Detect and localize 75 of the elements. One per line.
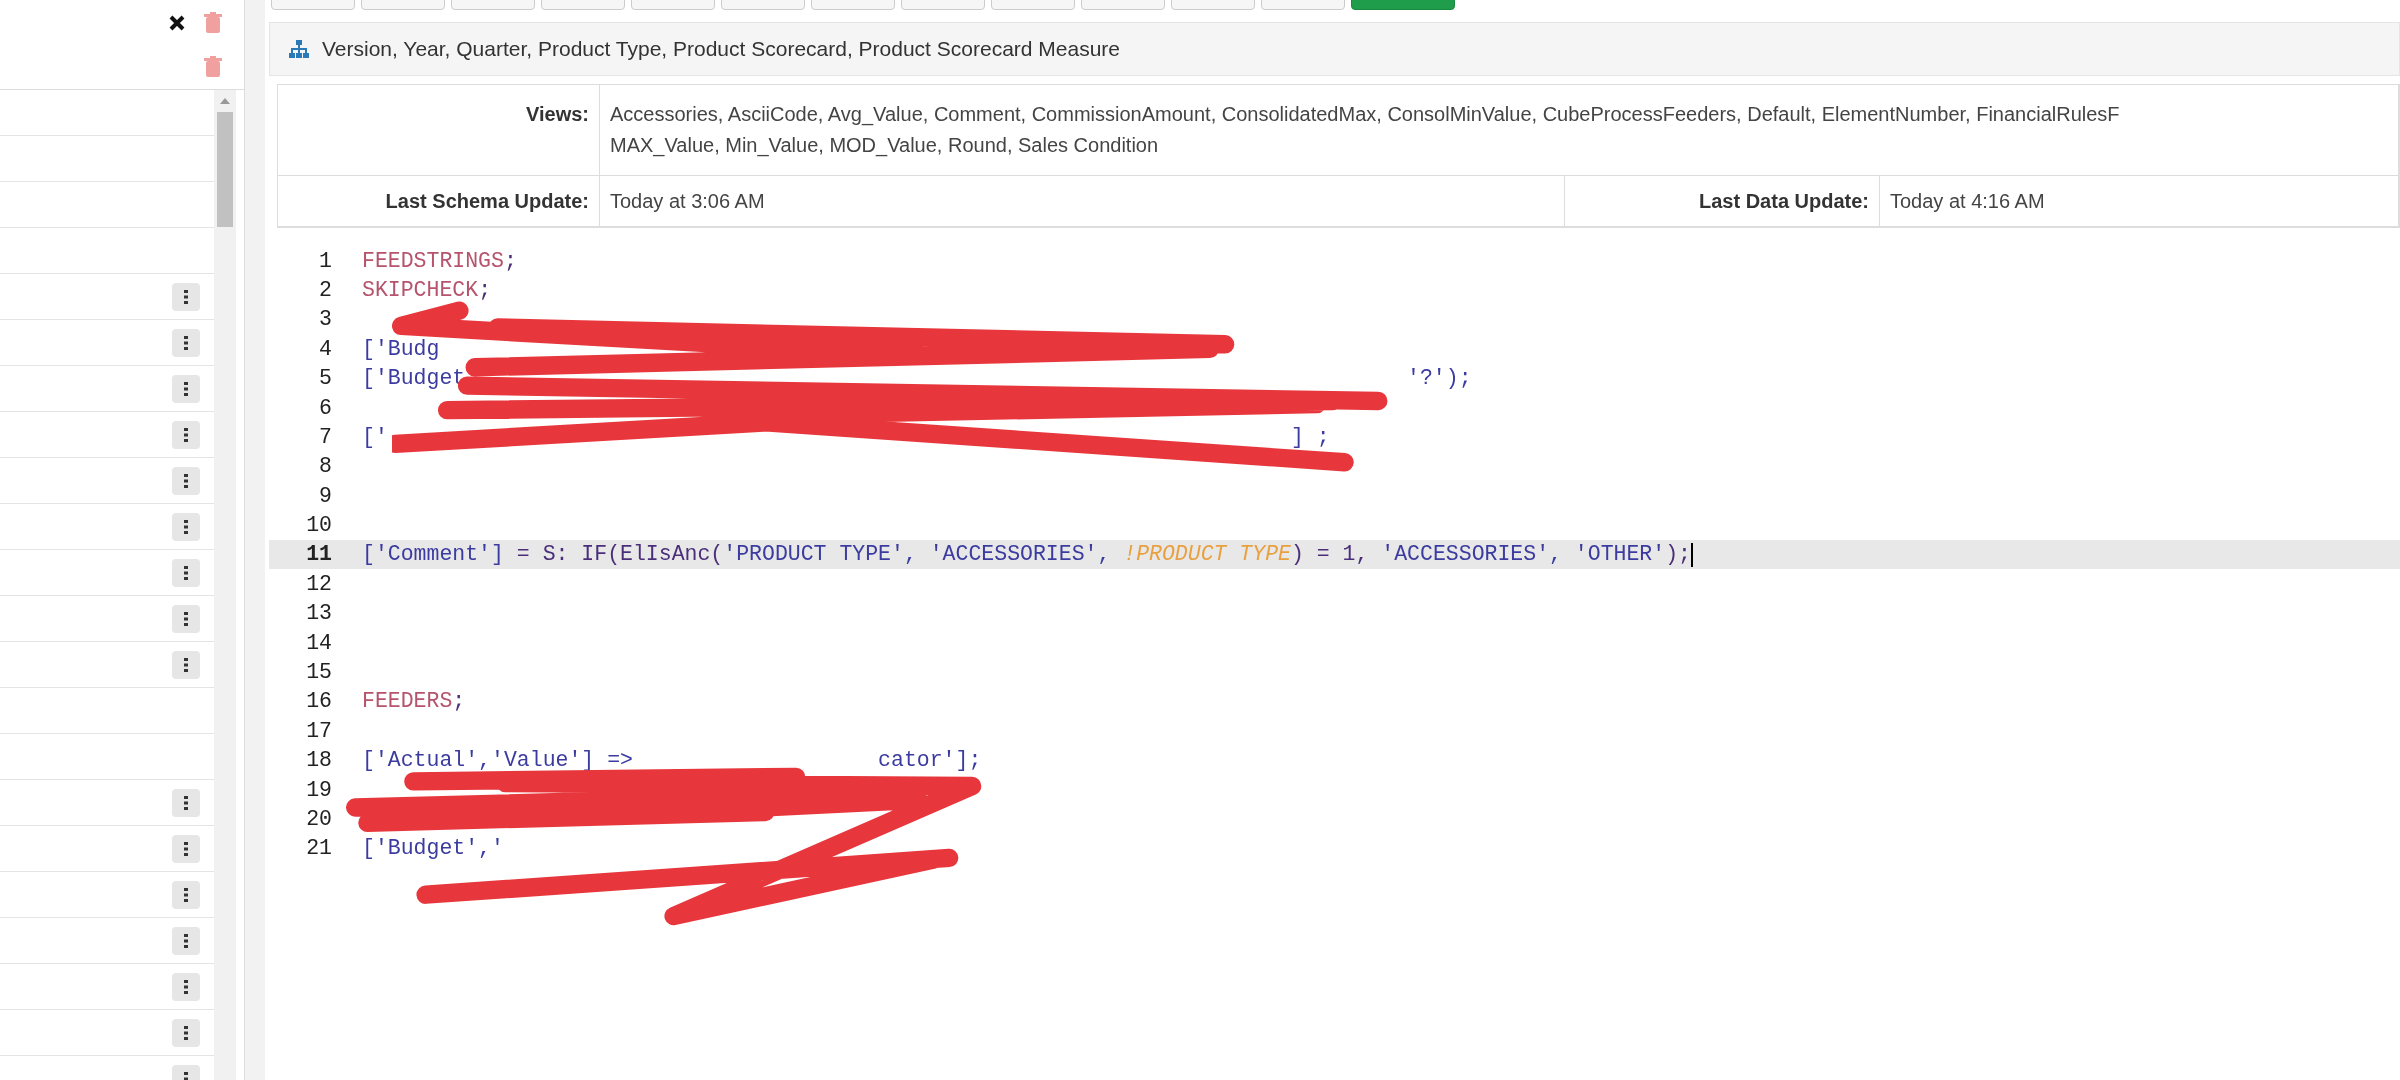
more-button[interactable]: [172, 466, 200, 495]
more-button[interactable]: [172, 604, 200, 633]
line-number: 13: [305, 600, 332, 628]
code-line: FEEDSTRINGS;: [361, 247, 517, 275]
data-update-value: Today at 4:16 AM: [1880, 176, 2399, 227]
line-number: 5: [318, 365, 332, 393]
kebab-icon: [183, 656, 189, 673]
more-button[interactable]: [172, 328, 200, 357]
schema-update-value: Today at 3:06 AM: [600, 176, 1565, 227]
code-line: ['Budget '?');: [361, 365, 1472, 393]
code-line: ['Comment'] = S: IF(ElIsAnc('PRODUCT TYPE', 'ACCESSORIES', !PRODUCT TYPE) = 1, 'ACCESSORIES', 'OTHER');: [361, 541, 1693, 569]
hierarchy-icon: [288, 39, 310, 59]
code-line: SKIPCHECK;: [361, 276, 492, 304]
close-icon[interactable]: [168, 13, 186, 32]
line-number: 10: [305, 512, 332, 540]
more-button[interactable]: [172, 374, 200, 403]
line-number: 1: [318, 247, 332, 275]
more-button[interactable]: [172, 1018, 200, 1047]
kebab-icon: [183, 794, 189, 811]
line-number: 18: [305, 747, 332, 775]
scrollbar[interactable]: [214, 90, 236, 1080]
line-number: 14: [305, 629, 332, 657]
kebab-icon: [183, 564, 189, 581]
dimensions-list: Version, Year, Quarter, Product Type, Product Scorecard, Product Scorecard Measure: [322, 33, 1121, 65]
scroll-up-icon[interactable]: [219, 96, 231, 106]
line-number: 2: [318, 276, 332, 304]
code-line: ['Budg: [361, 335, 440, 363]
code-line: ['Budget',': [361, 835, 504, 863]
trash-icon[interactable]: [204, 56, 222, 78]
more-button[interactable]: [172, 972, 200, 1001]
code-line: [' ] ;: [361, 423, 1330, 451]
scrollbar-thumb[interactable]: [217, 112, 233, 227]
kebab-icon: [183, 380, 189, 397]
line-number: 12: [305, 570, 332, 598]
kebab-icon: [183, 472, 189, 489]
kebab-icon: [183, 518, 189, 535]
kebab-icon: [183, 932, 189, 949]
code-line: FEEDERS;: [361, 688, 466, 716]
line-number: 9: [318, 482, 332, 510]
views-list: Accessories, AsciiCode, Avg_Value, Comment, CommissionAmount, ConsolidatedMax, ConsolMinValue, CubeProcessFeeders, Default, ElementNumber, FinancialRulesF MAX_Value, Min_Value, MOD_Value, Round, Sales Condition: [600, 85, 2399, 176]
data-update-label: Last Data Update:: [1565, 176, 1880, 227]
line-number: 16: [305, 688, 332, 716]
line-number: 15: [305, 659, 332, 687]
kebab-icon: [183, 426, 189, 443]
kebab-icon: [183, 334, 189, 351]
more-button[interactable]: [172, 788, 200, 817]
line-number: 11: [305, 541, 332, 569]
schema-update-label: Last Schema Update:: [278, 176, 600, 227]
line-number: 21: [305, 835, 332, 863]
kebab-icon: [183, 886, 189, 903]
more-button[interactable]: [172, 558, 200, 587]
more-button[interactable]: [172, 282, 200, 311]
line-number: 17: [305, 717, 332, 745]
line-number: 8: [318, 453, 332, 481]
more-button[interactable]: [172, 650, 200, 679]
kebab-icon: [183, 1024, 189, 1041]
line-number: 19: [305, 776, 332, 804]
more-button[interactable]: [172, 926, 200, 955]
kebab-icon: [183, 840, 189, 857]
code-line: ['Actual','Value'] => cator'];: [361, 747, 982, 775]
kebab-icon: [183, 978, 189, 995]
more-button[interactable]: [172, 880, 200, 909]
more-button[interactable]: [172, 834, 200, 863]
kebab-icon: [183, 610, 189, 627]
line-number: 20: [305, 806, 332, 833]
views-label: Views:: [278, 85, 600, 176]
line-number: 3: [318, 306, 332, 334]
line-number: 7: [318, 423, 332, 451]
trash-icon[interactable]: [204, 11, 222, 34]
line-number: 6: [318, 394, 332, 422]
more-button[interactable]: [172, 420, 200, 449]
more-button[interactable]: [172, 512, 200, 541]
line-number: 4: [318, 335, 332, 363]
kebab-icon: [183, 288, 189, 305]
text-cursor: [1691, 542, 1693, 567]
